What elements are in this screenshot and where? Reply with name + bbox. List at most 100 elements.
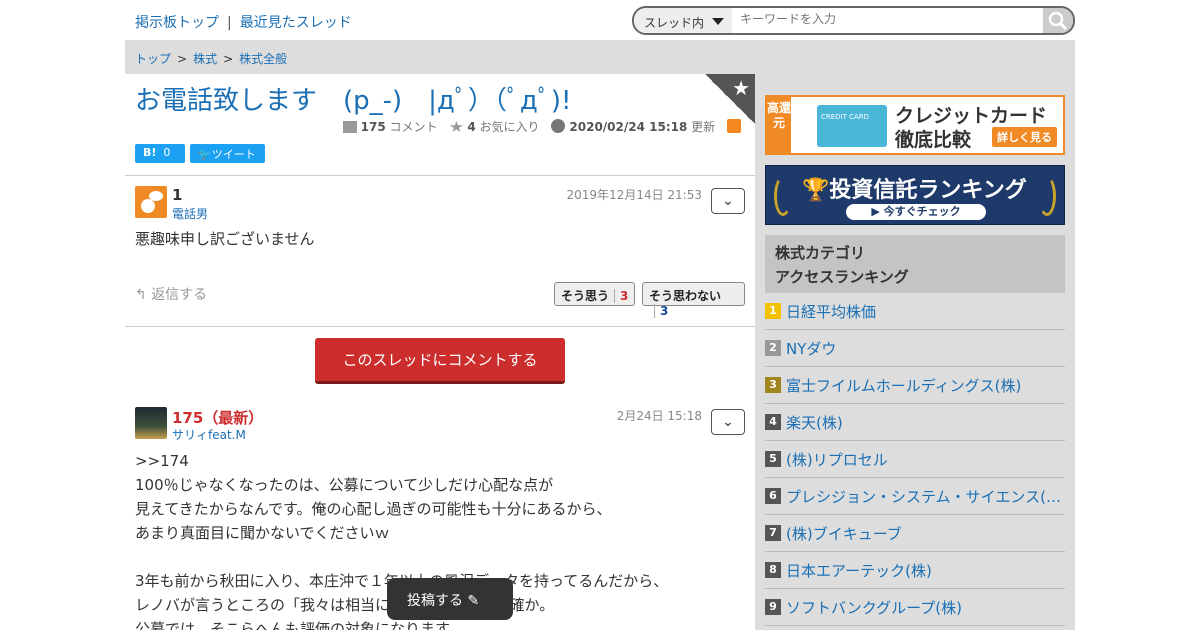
rss-icon[interactable] xyxy=(727,119,741,133)
hatena-bookmark-button[interactable]: B! 0 xyxy=(135,144,185,163)
banner-check-label: 今すぐチェック xyxy=(883,205,961,218)
sidebar: 高還元 CREDIT CARD クレジットカード 徹底比較 詳しく見る 🏆投資信… xyxy=(755,74,1075,630)
chevron-down-icon: ⌄ xyxy=(722,193,734,209)
updated-time: 2020/02/24 15:18 xyxy=(569,120,688,134)
search-input[interactable] xyxy=(740,12,1040,26)
breadcrumb-stocks[interactable]: 株式 xyxy=(193,52,217,66)
hatena-count: 0 xyxy=(163,146,171,159)
comment-count: 175 xyxy=(360,120,386,134)
ranking-item-label: 日経平均株価 xyxy=(786,303,877,321)
breadcrumb-sep: > xyxy=(177,52,188,66)
avatar xyxy=(135,407,167,439)
banner-title-2: 徹底比較 xyxy=(895,129,972,151)
rank-badge: 4 xyxy=(765,414,781,430)
breadcrumb: トップ > 株式 > 株式全般 xyxy=(125,40,1075,74)
thread-meta: 175 コメント 4 お気に入り 2020/02/24 15:18 更新 xyxy=(335,118,741,135)
search-icon xyxy=(1048,11,1068,31)
post-button-label: 投稿する xyxy=(407,593,463,609)
thread-main: ★ お電話致します (p_-) |дﾟ）（ﾟдﾟ)! 175 コメント 4 お気… xyxy=(125,74,755,630)
banner-detail-button: 詳しく見る xyxy=(992,127,1057,147)
fund-ranking-banner[interactable]: 🏆投資信託ランキング ▶ 今すぐチェック xyxy=(765,165,1065,225)
avatar xyxy=(135,186,167,218)
agree-button[interactable]: そう思う 3 xyxy=(554,282,636,306)
post-author[interactable]: 電話男 xyxy=(172,205,208,222)
post-menu-button[interactable]: ⌄ xyxy=(711,409,745,435)
ranking-item[interactable]: 8 日本エアーテック(株) xyxy=(765,552,1065,589)
favorite-count: 4 xyxy=(467,120,476,134)
divider xyxy=(125,326,755,327)
trophy-icon: 🏆 xyxy=(802,178,830,203)
laurel-icon xyxy=(1038,176,1056,216)
ranking-item[interactable]: 6 プレシジョン・システム・サイエンス(株) xyxy=(765,478,1065,515)
banner-title-text: 投資信託ランキング xyxy=(829,178,1027,203)
reply-link[interactable]: ↰ 返信する xyxy=(135,284,207,304)
ranking-item[interactable]: 7 (株)ブイキューブ xyxy=(765,515,1065,552)
search-scope-select[interactable]: スレッド内 xyxy=(634,8,732,33)
rank-badge: 7 xyxy=(765,525,781,541)
ranking-item-label: ソフトバンクグループ(株) xyxy=(786,599,962,617)
search-button[interactable] xyxy=(1043,8,1073,33)
disagree-button[interactable]: そう思わない3 xyxy=(642,282,745,318)
ranking-item[interactable]: 1 日経平均株価 xyxy=(765,293,1065,330)
twitter-icon: 🐦 xyxy=(198,148,212,161)
ranking-item[interactable]: 4 楽天(株) xyxy=(765,404,1065,441)
favorite-unit: お気に入り xyxy=(479,120,540,134)
board-top-link[interactable]: 掲示板トップ xyxy=(135,15,219,31)
post-number: 175（最新） xyxy=(172,409,264,427)
ranking-item[interactable]: 5 (株)リプロセル xyxy=(765,441,1065,478)
credit-card-banner[interactable]: 高還元 CREDIT CARD クレジットカード 徹底比較 詳しく見る xyxy=(765,95,1065,155)
ranking-item-label: プレシジョン・システム・サイエンス(株) xyxy=(786,488,1062,506)
ranking-item[interactable]: 2 NYダウ xyxy=(765,330,1065,367)
post-date: 2月24日 15:18 xyxy=(616,409,702,423)
ranking-item[interactable]: 3 富士フイルムホールディングス(株) xyxy=(765,367,1065,404)
updated-unit: 更新 xyxy=(691,120,716,134)
reply-label: 返信する xyxy=(151,287,208,303)
star-icon: ★ xyxy=(732,76,750,100)
breadcrumb-general[interactable]: 株式全般 xyxy=(239,52,287,66)
post-button[interactable]: 投稿する ✎ xyxy=(387,578,513,620)
breadcrumb-top[interactable]: トップ xyxy=(135,52,171,66)
rank-badge: 2 xyxy=(765,340,781,356)
ranking-item-label: (株)ブイキューブ xyxy=(786,525,902,543)
search-scope-label: スレッド内 xyxy=(644,16,705,30)
credit-card-image: CREDIT CARD xyxy=(817,105,887,147)
recent-threads-link[interactable]: 最近見たスレッド xyxy=(240,15,352,31)
hatena-label: B! xyxy=(143,146,157,159)
ranking-item-label: NYダウ xyxy=(786,340,837,358)
reply-icon: ↰ xyxy=(135,287,147,303)
disagree-label: そう思わない xyxy=(649,289,722,303)
post-author[interactable]: サリィfeat.M xyxy=(172,426,246,443)
comment-unit: コメント xyxy=(389,120,438,134)
clock-icon xyxy=(551,119,566,133)
post: 1 電話男 2019年12月14日 21:53 ⌄ 悪趣味申し訳ございません ↰… xyxy=(135,186,745,318)
ranking-item[interactable]: 9 ソフトバンクグループ(株) xyxy=(765,589,1065,626)
nav-separator: | xyxy=(227,15,232,31)
ranking-item-label: (株)リプロセル xyxy=(786,451,888,469)
credit-card-image-text: CREDIT CARD xyxy=(821,113,870,121)
banner-title: クレジットカード xyxy=(895,105,1048,127)
agree-label: そう思う xyxy=(561,289,610,303)
ranking-heading-line2: アクセスランキング xyxy=(775,268,909,286)
agree-count: 3 xyxy=(614,289,629,303)
breadcrumb-sep: > xyxy=(223,52,234,66)
top-nav: 掲示板トップ | 最近見たスレッド xyxy=(135,12,352,32)
post-number: 1 xyxy=(172,186,183,204)
tweet-button[interactable]: 🐦ツイート xyxy=(190,144,265,163)
rank-badge: 8 xyxy=(765,562,781,578)
star-icon xyxy=(449,121,464,132)
comment-icon xyxy=(342,121,357,133)
rank-badge: 1 xyxy=(765,303,781,319)
pencil-icon: ✎ xyxy=(467,593,480,609)
ranking-item-label: 富士フイルムホールディングス(株) xyxy=(786,377,1022,395)
rank-badge: 3 xyxy=(765,377,781,393)
favorite-star-corner[interactable]: ★ xyxy=(705,74,755,124)
post-body: 悪趣味申し訳ございません xyxy=(135,230,315,248)
ranking-item-label: 楽天(株) xyxy=(786,414,843,432)
post-menu-button[interactable]: ⌄ xyxy=(711,188,745,214)
banner-check-button: ▶ 今すぐチェック xyxy=(846,204,986,220)
ranking-item-label: 日本エアーテック(株) xyxy=(786,562,932,580)
post-date: 2019年12月14日 21:53 xyxy=(566,188,702,202)
laurel-icon xyxy=(774,176,792,216)
comment-on-thread-button[interactable]: このスレッドにコメントする xyxy=(315,338,565,384)
ranking-heading-line1: 株式カテゴリ xyxy=(775,244,866,262)
